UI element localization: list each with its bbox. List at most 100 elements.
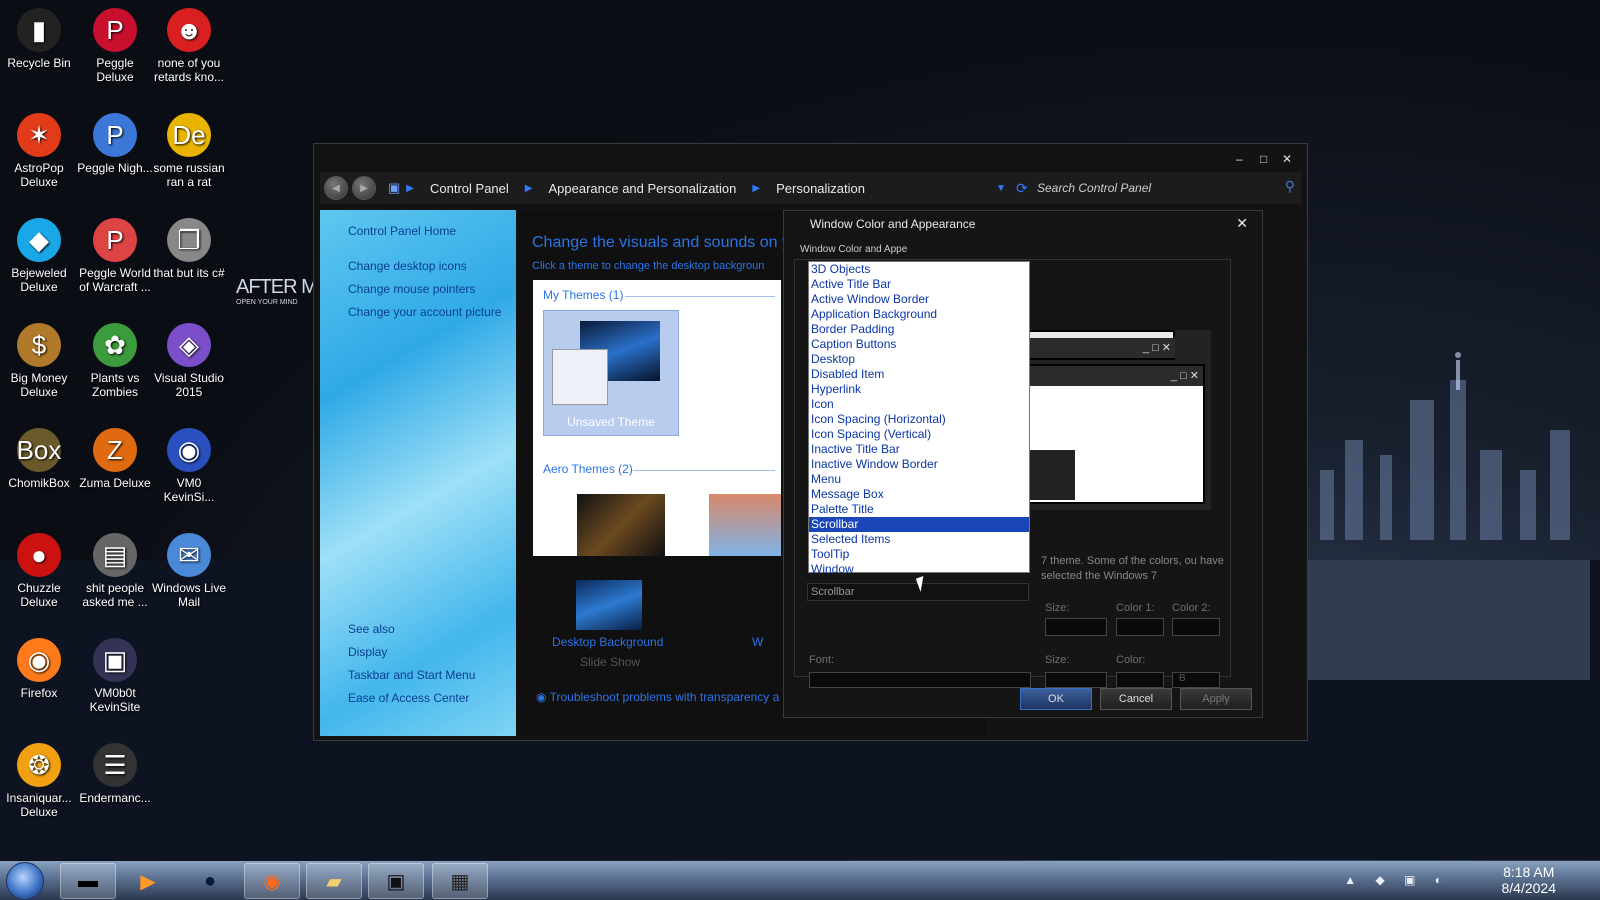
see-also-display[interactable]: Display	[348, 645, 387, 659]
ok-button[interactable]: OK	[1020, 688, 1092, 710]
sidebar-link-control-panel-home[interactable]: Control Panel Home	[348, 224, 456, 238]
apply-button[interactable]: Apply	[1180, 688, 1252, 710]
desktop-icon[interactable]: P Peggle World of Warcraft ...	[76, 218, 154, 294]
desktop-icon[interactable]: ☻ none of you retards kno...	[150, 8, 228, 84]
theme-unsaved[interactable]: Unsaved Theme	[543, 310, 679, 436]
dropdown-option[interactable]: Scrollbar	[809, 517, 1029, 532]
sidebar-link-mouse-pointers[interactable]: Change mouse pointers	[348, 282, 475, 296]
close-button[interactable]: ✕	[1282, 152, 1292, 166]
window-color-link[interactable]: W	[752, 635, 763, 649]
browser-globe-icon[interactable]: ●	[182, 863, 238, 899]
sidebar-link-desktop-icons[interactable]: Change desktop icons	[348, 259, 467, 273]
desktop-icon[interactable]: ❐ that but its c#	[150, 218, 228, 280]
desktop-icon-label: Zuma Deluxe	[79, 476, 151, 490]
breadcrumb-appearance[interactable]: Appearance and Personalization	[548, 181, 736, 196]
desktop-icon[interactable]: ◈ Visual Studio 2015	[150, 323, 228, 399]
dropdown-option[interactable]: ToolTip	[809, 547, 1029, 562]
dropdown-arrow-icon[interactable]: ▼	[996, 183, 1006, 194]
desktop-icon[interactable]: ▣ VM0b0t KevinSite	[76, 638, 154, 714]
font-bold-toggle[interactable]: B	[1172, 672, 1220, 688]
tab-window-color[interactable]: Window Color and Appe	[800, 244, 907, 255]
size-stepper[interactable]	[1045, 618, 1107, 636]
desktop-icon-label: AstroPop Deluxe	[14, 161, 64, 189]
dropdown-option[interactable]: Disabled Item	[809, 367, 1029, 382]
desktop-icon-label: Peggle World of Warcraft ...	[79, 266, 151, 294]
dropdown-option[interactable]: Border Padding	[809, 322, 1029, 337]
color1-button[interactable]	[1116, 618, 1164, 636]
control-panel-icon[interactable]: ▦	[432, 863, 488, 899]
desktop-icon[interactable]: ✉ Windows Live Mail	[150, 533, 228, 609]
desktop-background-thumb[interactable]	[576, 580, 642, 630]
font-size-select[interactable]	[1045, 672, 1107, 688]
back-button[interactable]: ◀	[324, 176, 348, 200]
desktop-icon[interactable]: $ Big Money Deluxe	[0, 323, 78, 399]
color2-label: Color 2:	[1172, 602, 1211, 614]
desktop-icon[interactable]: ◆ Bejeweled Deluxe	[0, 218, 78, 294]
dropdown-option[interactable]: Inactive Title Bar	[809, 442, 1029, 457]
dropdown-option[interactable]: Palette Title	[809, 502, 1029, 517]
desktop-icon-label: none of you retards kno...	[153, 56, 225, 84]
dropdown-option[interactable]: Menu	[809, 472, 1029, 487]
dropdown-option[interactable]: Desktop	[809, 352, 1029, 367]
desktop-icon[interactable]: ✿ Plants vs Zombies	[76, 323, 154, 399]
desktop-icon[interactable]: Box ChomikBox	[0, 428, 78, 490]
desktop-icon[interactable]: De some russian ran a rat	[150, 113, 228, 189]
monitor-icon[interactable]: ▣	[368, 863, 424, 899]
desktop-icon[interactable]: P Peggle Nigh...	[76, 113, 154, 175]
dropdown-option[interactable]: Application Background	[809, 307, 1029, 322]
desktop-icon[interactable]: ▮ Recycle Bin	[0, 8, 78, 70]
dialog-close-button[interactable]: ✕	[1236, 215, 1248, 232]
desktop-icon[interactable]: ▤ shit people asked me ...	[76, 533, 154, 609]
desktop-icon[interactable]: ☰ Endermanc...	[76, 743, 154, 805]
terminal-icon[interactable]: ▬	[60, 863, 116, 899]
cancel-button[interactable]: Cancel	[1100, 688, 1172, 710]
see-also-ease-of-access[interactable]: Ease of Access Center	[348, 691, 469, 705]
desktop-icon[interactable]: Z Zuma Deluxe	[76, 428, 154, 490]
theme-landscape-thumb[interactable]	[709, 494, 781, 556]
maximize-button[interactable]: □	[1260, 152, 1267, 166]
desktop-icon[interactable]: P Peggle Deluxe	[76, 8, 154, 84]
sidebar-link-account-picture[interactable]: Change your account picture	[348, 305, 501, 319]
troubleshoot-link[interactable]: ◉ Troubleshoot problems with transparenc…	[536, 690, 779, 704]
desktop-icon[interactable]: ● Chuzzle Deluxe	[0, 533, 78, 609]
desktop-icon[interactable]: ◉ Firefox	[0, 638, 78, 700]
item-dropdown-list[interactable]: 3D Objects Active Title Bar Active Window …	[808, 261, 1030, 576]
dropdown-option[interactable]: Caption Buttons	[809, 337, 1029, 352]
search-input[interactable]: Search Control Panel	[1037, 177, 1267, 199]
shield-icon: ◉	[536, 690, 550, 704]
search-icon[interactable]: ⚲	[1285, 178, 1295, 195]
font-select[interactable]	[809, 672, 1031, 688]
font-color-button[interactable]	[1116, 672, 1164, 688]
dropdown-option[interactable]: Hyperlink	[809, 382, 1029, 397]
color2-button[interactable]	[1172, 618, 1220, 636]
dropdown-option[interactable]: Active Window Border	[809, 292, 1029, 307]
dropdown-option[interactable]: Inactive Window Border	[809, 457, 1029, 472]
clock[interactable]: 8:18 AM 8/4/2024	[1502, 864, 1557, 896]
app-icon: ☰	[93, 743, 137, 787]
dropdown-option[interactable]: Active Title Bar	[809, 277, 1029, 292]
breadcrumb-control-panel[interactable]: Control Panel	[430, 181, 509, 196]
media-player-icon[interactable]: ▶	[120, 863, 176, 899]
dropdown-option[interactable]: Icon	[809, 397, 1029, 412]
theme-aero-thumb[interactable]	[577, 494, 665, 556]
desktop-icon[interactable]: ◉ VM0 KevinSi...	[150, 428, 228, 504]
minimize-button[interactable]: –	[1236, 152, 1243, 166]
dropdown-option[interactable]: Icon Spacing (Horizontal)	[809, 412, 1029, 427]
forward-button[interactable]: ▶	[352, 176, 376, 200]
system-tray-icons[interactable]: ▲ ◆ ▣ ◐	[1344, 873, 1450, 887]
start-button[interactable]	[6, 862, 44, 900]
see-also-taskbar[interactable]: Taskbar and Start Menu	[348, 668, 475, 682]
desktop-icon[interactable]: ❂ Insaniquar... Deluxe	[0, 743, 78, 819]
dropdown-option[interactable]: 3D Objects	[809, 262, 1029, 277]
dropdown-option[interactable]: Selected Items	[809, 532, 1029, 547]
desktop-icon[interactable]: ✶ AstroPop Deluxe	[0, 113, 78, 189]
breadcrumb-personalization[interactable]: Personalization	[776, 181, 865, 196]
refresh-icon[interactable]: ⟳	[1016, 180, 1028, 197]
desktop-background-link[interactable]: Desktop Background	[552, 635, 663, 649]
dropdown-option[interactable]: Message Box	[809, 487, 1029, 502]
chevron-right-icon: ▶	[752, 182, 761, 194]
dropdown-option[interactable]: Icon Spacing (Vertical)	[809, 427, 1029, 442]
firefox-icon[interactable]: ◉	[244, 863, 300, 899]
explorer-folder-icon[interactable]: ▰	[306, 863, 362, 899]
dropdown-option[interactable]: Window	[809, 562, 1029, 577]
